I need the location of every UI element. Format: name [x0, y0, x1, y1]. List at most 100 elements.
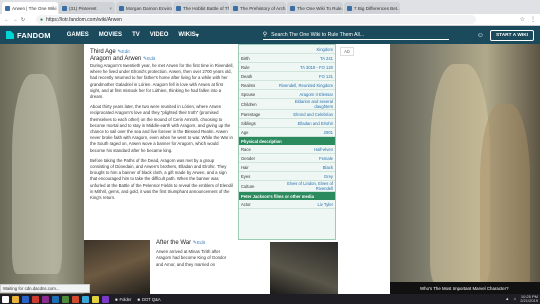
infobox-key: Realms	[241, 82, 256, 88]
search-placeholder: Search The One Wiki to Rule Them All...	[271, 31, 365, 38]
infobox-value[interactable]: FO 121	[277, 74, 335, 79]
infobox-row: Gender Female	[239, 154, 335, 163]
right-rail	[338, 44, 390, 294]
infobox-key: Culture	[241, 183, 255, 189]
infobox-value[interactable]: Eldarion and several daughters	[277, 99, 335, 109]
infobox-value[interactable]: Elrond and Celebrían	[277, 112, 335, 117]
tab-title: Arwen | The One Wiki to...	[12, 5, 58, 11]
nav-tv[interactable]: TV	[132, 32, 140, 39]
nav-video[interactable]: VIDEO	[150, 32, 169, 39]
paragraph-3: Before taking the Paths of the Dead, Ara…	[90, 157, 233, 201]
menu-icon[interactable]: ⋮	[530, 16, 536, 23]
infobox-value[interactable]: Grey	[277, 174, 335, 179]
screen: Arwen | The One Wiki to...×(31) Pinteres…	[0, 0, 540, 304]
edit-label: Edit	[147, 57, 156, 62]
infobox-value[interactable]: TA 241	[277, 56, 335, 61]
infobox-value[interactable]: Black	[277, 165, 335, 170]
fandom-logo[interactable]: FANDOM	[6, 31, 51, 40]
article-image-left[interactable]	[84, 240, 150, 294]
infobox-row: Hair Black	[239, 163, 335, 172]
edit-link[interactable]: ✎Edit	[117, 50, 129, 55]
app-icon[interactable]	[32, 295, 39, 303]
infobox-value[interactable]: Rivendell, Reunited Kingdom	[277, 83, 335, 88]
url-field[interactable]: ● https://lotr.fandom.com/wiki/Arwen	[36, 15, 476, 24]
paragraph-1: During Aragorn's twentieth year, he met …	[90, 63, 234, 100]
nav-games[interactable]: GAMES	[67, 32, 89, 39]
app-icon[interactable]	[102, 295, 109, 303]
back-icon[interactable]: ←	[4, 17, 10, 23]
browser-tab[interactable]: Morgan Damon Enviro...×	[116, 2, 172, 14]
forward-icon[interactable]: →	[12, 17, 18, 23]
infobox-value[interactable]: Liv Tyler	[277, 202, 335, 207]
after-war-heading: After the War ✎Edit	[156, 240, 234, 247]
browser-tab[interactable]: The Prehistory of Arch...×	[230, 2, 286, 14]
user-icon[interactable]: ☺	[477, 32, 484, 39]
volume-icon[interactable]: ♫	[513, 296, 516, 301]
app-icon[interactable]	[62, 295, 69, 303]
infobox-value[interactable]: TA 3019 - FO 120	[277, 65, 335, 70]
browser-tab[interactable]: Arwen | The One Wiki to...×	[2, 2, 58, 14]
infobox-key: Rule	[241, 64, 250, 70]
infobox-row: Rule TA 3019 - FO 120	[239, 63, 335, 72]
reload-icon[interactable]: ↻	[20, 17, 26, 23]
ad-slot[interactable]: AD	[340, 47, 354, 56]
word-icon[interactable]	[22, 295, 29, 303]
star-icon[interactable]: ☆	[520, 16, 525, 23]
search-input[interactable]: ⚲ Search The One Wiki to Rule Them All..…	[262, 30, 449, 40]
infobox-value[interactable]: Kingdom	[277, 47, 335, 52]
infobox-row: Spouse Aragorn II Elessar	[239, 90, 335, 99]
url-text: https://lotr.fandom.com/wiki/Arwen	[46, 16, 122, 23]
taskbar-item-dot[interactable]: ■ DOT Q&A	[137, 297, 160, 302]
network-icon[interactable]: ▲	[505, 296, 509, 301]
infobox-row: Parentage Elrond and Celebrían	[239, 110, 335, 119]
start-a-wiki-button[interactable]: START A WIKI	[489, 29, 534, 41]
taskbar-item-folder[interactable]: ■ Folder	[115, 297, 131, 302]
article-image-right[interactable]	[270, 242, 338, 294]
clock-date: 2/21/2019	[520, 298, 538, 303]
infobox-value[interactable]: Half-elven	[277, 147, 335, 152]
start-icon[interactable]	[2, 295, 9, 303]
browser-tab[interactable]: The One Wiki To Rule...×	[287, 2, 343, 14]
infobox-key: Parentage	[241, 111, 261, 117]
favicon-icon	[119, 5, 124, 11]
illustrator-icon[interactable]	[72, 295, 79, 303]
browser-tab[interactable]: The Hobbit Battle of Th...×	[173, 2, 229, 14]
infobox-row: Realms Rivendell, Reunited Kingdom	[239, 81, 335, 90]
infobox-value[interactable]: Female	[277, 156, 335, 161]
video-overlay-title[interactable]: Who's The Most Important Marvel Characte…	[390, 282, 540, 294]
status-bar: Waiting for cdn.dacdns.com...	[0, 284, 90, 293]
premiere-icon[interactable]	[42, 295, 49, 303]
infobox-key: Eyes	[241, 173, 251, 179]
infobox-value[interactable]: Aragorn II Elessar	[277, 92, 335, 97]
infobox-header-films: Peter Jackson's films or other media	[239, 192, 335, 200]
infobox-row: Children Eldarion and several daughters	[239, 99, 335, 110]
infobox-key: Siblings	[241, 120, 256, 126]
tab-title: (31) Pinterest	[69, 5, 97, 11]
edit-link[interactable]: ✎Edit	[143, 57, 155, 62]
close-icon[interactable]: ×	[108, 6, 112, 11]
browser-tab[interactable]: 7 Big Differences Bet...×	[344, 2, 400, 14]
infobox-value[interactable]: 2901	[277, 130, 335, 135]
infobox-row: Culture Elves of Lindon, Elves of Rivende…	[239, 181, 335, 192]
explorer-icon[interactable]	[12, 295, 19, 303]
infobox-value[interactable]: Elves of Lindon, Elves of Rivendell	[277, 181, 335, 191]
nav-movies[interactable]: MOVIES	[99, 32, 122, 39]
infobox-key: Actor	[241, 201, 251, 207]
favicon-icon	[233, 5, 238, 11]
taskbar-item-label: DOT Q&A	[141, 296, 161, 302]
infobox-value[interactable]: Elladan and Elrohir	[277, 121, 335, 126]
edit-link[interactable]: ✎Edit	[193, 241, 205, 246]
nav-wikis[interactable]: WIKIS ▾	[178, 32, 198, 39]
app-icon[interactable]	[82, 295, 89, 303]
fandom-logo-icon	[6, 31, 14, 39]
infobox: Kingdom Birth TA 241 Rule TA 3019 - FO 120 De…	[238, 44, 336, 240]
infobox-row: Race Half-elven	[239, 145, 335, 154]
taskbar: ■ Folder ■ DOT Q&A ▲ ♫ 10:25 PM 2/21/2019	[0, 294, 540, 304]
browser-tab[interactable]: (31) Pinterest ×	[59, 2, 115, 14]
section-title: After the War	[156, 240, 192, 246]
chrome-icon[interactable]	[92, 295, 99, 303]
tab-title: 7 Big Differences Bet...	[354, 5, 400, 11]
clock[interactable]: 10:25 PM 2/21/2019	[520, 294, 538, 304]
photoshop-icon[interactable]	[52, 295, 59, 303]
infobox-key: Children	[241, 101, 257, 107]
